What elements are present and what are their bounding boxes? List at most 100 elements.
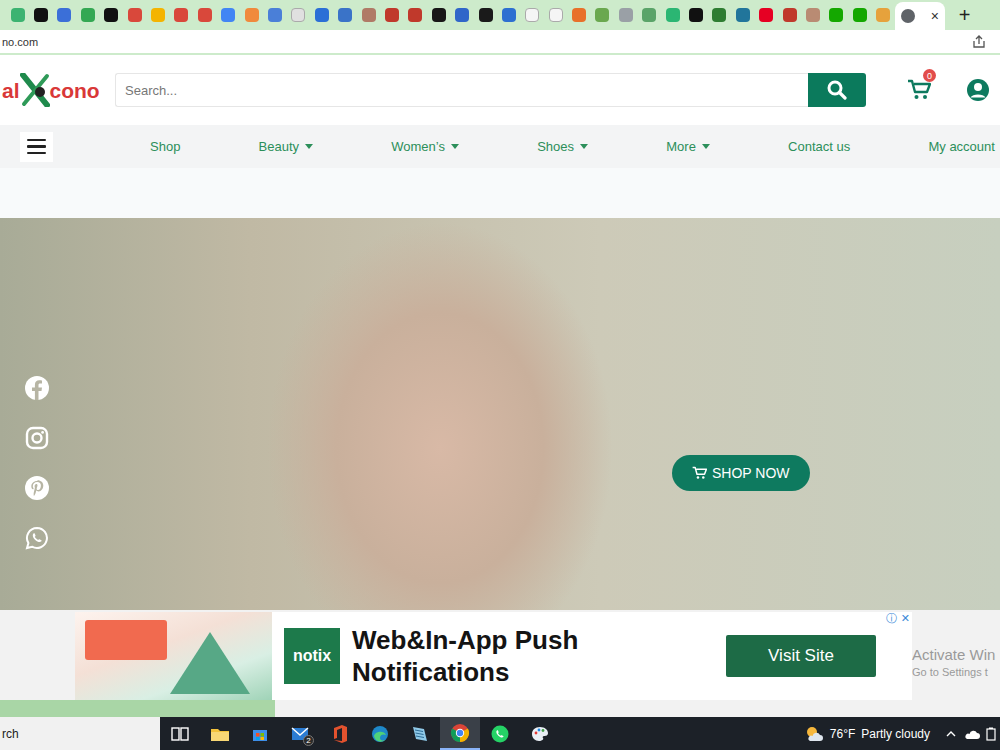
browser-tab[interactable] — [614, 0, 637, 30]
browser-tab[interactable] — [240, 0, 263, 30]
browser-tab[interactable] — [801, 0, 824, 30]
taskbar-app[interactable]: 2 — [280, 717, 320, 750]
dropdown-caret-icon[interactable] — [451, 144, 459, 149]
close-tab-button[interactable]: × — [931, 9, 939, 23]
taskbar-app[interactable] — [480, 717, 520, 750]
weather-text[interactable]: Partly cloudy — [861, 727, 930, 741]
taskbar-app[interactable] — [440, 717, 480, 750]
browser-tab[interactable] — [217, 0, 240, 30]
pinterest-icon[interactable] — [25, 476, 49, 500]
dropdown-caret-icon[interactable] — [580, 144, 588, 149]
taskbar-app[interactable] — [360, 717, 400, 750]
dropdown-caret-icon[interactable] — [305, 144, 313, 149]
nav-label[interactable]: Beauty — [259, 139, 299, 154]
nav-item[interactable]: Contact us — [788, 139, 850, 154]
browser-tab[interactable] — [146, 0, 169, 30]
nav-label[interactable]: More — [666, 139, 696, 154]
nav-item[interactable]: Shop — [150, 139, 180, 154]
ad-close-button[interactable]: ✕ — [901, 613, 910, 624]
browser-tab[interactable] — [287, 0, 310, 30]
browser-tab[interactable] — [755, 0, 778, 30]
browser-tab[interactable] — [450, 0, 473, 30]
nav-item[interactable]: Shoes — [537, 139, 588, 154]
browser-tab[interactable] — [357, 0, 380, 30]
browser-tab[interactable] — [521, 0, 544, 30]
store-icon[interactable] — [250, 724, 270, 744]
browser-tab[interactable] — [591, 0, 614, 30]
cart-button[interactable]: 0 — [904, 75, 934, 105]
browser-tab[interactable] — [76, 0, 99, 30]
taskbar-app[interactable] — [520, 717, 560, 750]
browser-tab[interactable] — [404, 0, 427, 30]
battery-icon[interactable] — [986, 727, 996, 741]
browser-tab[interactable] — [638, 0, 661, 30]
nav-label[interactable]: Shop — [150, 139, 180, 154]
shop-now-label[interactable]: SHOP NOW — [712, 465, 790, 481]
browser-tab[interactable] — [497, 0, 520, 30]
taskbar-app[interactable] — [240, 717, 280, 750]
site-logo[interactable]: alcono — [0, 73, 97, 107]
browser-tab[interactable] — [778, 0, 801, 30]
browser-tab[interactable] — [193, 0, 216, 30]
taskbar-app[interactable] — [200, 717, 240, 750]
shop-now-button[interactable]: SHOP NOW — [672, 455, 810, 491]
nav-item[interactable]: My account — [928, 139, 994, 154]
browser-tab[interactable] — [567, 0, 590, 30]
taskbar-search-text[interactable]: rch — [2, 727, 19, 741]
weather-icon[interactable] — [804, 725, 824, 743]
new-tab-button[interactable]: + — [959, 5, 971, 25]
chrome-icon[interactable] — [450, 723, 470, 743]
edge-icon[interactable] — [370, 724, 390, 744]
browser-tab[interactable] — [825, 0, 848, 30]
office-icon[interactable] — [330, 724, 350, 744]
browser-tab[interactable] — [170, 0, 193, 30]
address-text[interactable]: no.com — [2, 36, 38, 48]
whatsapp-icon[interactable] — [490, 724, 510, 744]
search-input[interactable] — [115, 73, 808, 107]
browser-tab[interactable] — [848, 0, 871, 30]
facebook-icon[interactable] — [25, 376, 49, 400]
browser-tab[interactable] — [6, 0, 29, 30]
browser-tab[interactable] — [123, 0, 146, 30]
browser-tab[interactable] — [684, 0, 707, 30]
dropdown-caret-icon[interactable] — [702, 144, 710, 149]
weather-temp[interactable]: 76°F — [830, 727, 855, 741]
menu-toggle-icon[interactable] — [20, 132, 53, 162]
browser-tab[interactable] — [544, 0, 567, 30]
browser-tab[interactable] — [474, 0, 497, 30]
browser-tab[interactable] — [263, 0, 286, 30]
browser-tab[interactable] — [310, 0, 333, 30]
browser-tab[interactable] — [871, 0, 894, 30]
browser-tab[interactable] — [708, 0, 731, 30]
nav-item[interactable]: More — [666, 139, 710, 154]
browser-tab[interactable] — [380, 0, 403, 30]
share-icon[interactable] — [972, 35, 986, 49]
tray-chevron-icon[interactable] — [944, 727, 958, 741]
nav-label[interactable]: Shoes — [537, 139, 574, 154]
taskbar-search[interactable]: rch — [0, 717, 160, 750]
nav-label[interactable]: Women’s — [391, 139, 445, 154]
taskbar-app[interactable] — [320, 717, 360, 750]
browser-tab[interactable] — [53, 0, 76, 30]
browser-tab[interactable] — [333, 0, 356, 30]
browser-tab[interactable] — [661, 0, 684, 30]
browser-tab[interactable] — [100, 0, 123, 30]
ad-banner[interactable]: notixWeb&In-App PushNotificationsVisit S… — [75, 612, 912, 700]
whatsapp-icon[interactable] — [25, 526, 49, 550]
onedrive-icon[interactable] — [964, 728, 980, 740]
browser-tab[interactable] — [29, 0, 52, 30]
visit-site-button[interactable]: Visit Site — [726, 635, 876, 677]
user-icon[interactable] — [966, 78, 990, 102]
taskbar-app[interactable] — [160, 717, 200, 750]
paint-icon[interactable] — [530, 724, 550, 744]
instagram-icon[interactable] — [25, 426, 49, 450]
search-button[interactable] — [808, 73, 866, 107]
ad-info-button[interactable]: ⓘ — [886, 613, 897, 624]
nav-item[interactable]: Women’s — [391, 139, 459, 154]
explorer-icon[interactable] — [210, 724, 230, 744]
taskbar-app[interactable] — [400, 717, 440, 750]
nav-label[interactable]: My account — [928, 139, 994, 154]
browser-tab[interactable]: × — [895, 2, 945, 30]
browser-tab[interactable] — [731, 0, 754, 30]
taskview-icon[interactable] — [170, 724, 190, 744]
